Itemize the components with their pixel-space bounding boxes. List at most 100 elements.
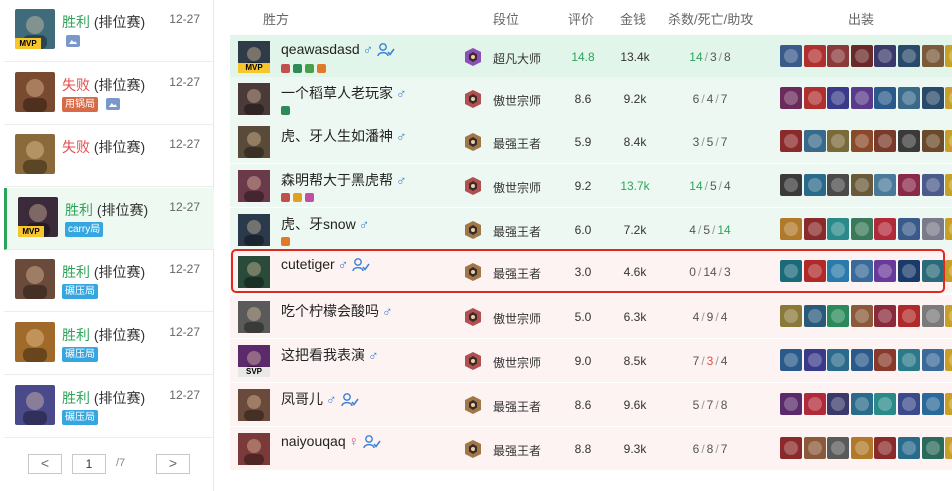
item-icon[interactable] [897, 393, 920, 415]
item-icon[interactable] [945, 130, 952, 152]
item-icon[interactable] [897, 45, 920, 67]
item-icon[interactable] [897, 349, 920, 371]
item-icon[interactable] [945, 349, 952, 371]
item-icon[interactable] [827, 349, 850, 371]
item-icon[interactable] [803, 87, 826, 109]
history-item[interactable]: MVP 胜利 (排位赛) 12-27 carry局 [4, 188, 214, 250]
champion-icon[interactable]: MVP [238, 41, 270, 73]
item-icon[interactable] [897, 437, 920, 459]
item-icon[interactable] [780, 393, 802, 415]
prev-page-button[interactable]: < [28, 454, 62, 474]
item-icon[interactable] [850, 349, 873, 371]
player-row[interactable]: 虎、牙snow ♂ 最强王者 6.0 7.2k 4/5/14 [230, 208, 952, 252]
item-icon[interactable] [921, 260, 944, 282]
item-icon[interactable] [921, 393, 944, 415]
item-icon[interactable] [780, 130, 802, 152]
champion-icon[interactable] [238, 301, 270, 333]
player-name[interactable]: 森明帮大于黑虎帮 [281, 172, 393, 188]
item-icon[interactable] [945, 174, 952, 196]
add-friend-icon[interactable] [373, 41, 395, 57]
player-row[interactable]: cutetiger ♂ 最强王者 3.0 4.6k 0/14/3 [230, 250, 952, 294]
item-icon[interactable] [897, 174, 920, 196]
item-icon[interactable] [827, 218, 850, 240]
champion-icon[interactable] [238, 433, 270, 465]
item-icon[interactable] [827, 393, 850, 415]
item-icon[interactable] [874, 305, 897, 327]
history-item[interactable]: 胜利 (排位赛) 12-27 碾压局 [4, 250, 214, 312]
item-icon[interactable] [827, 305, 850, 327]
player-row[interactable]: 一个稻草人老玩家 ♂ 傲世宗师 8.6 9.2k 6/4/7 [230, 77, 952, 121]
player-name[interactable]: naiyouqaq [281, 433, 346, 449]
item-icon[interactable] [874, 260, 897, 282]
item-icon[interactable] [897, 260, 920, 282]
item-icon[interactable] [780, 437, 802, 459]
item-icon[interactable] [827, 437, 850, 459]
champion-icon[interactable] [238, 170, 270, 202]
item-icon[interactable] [897, 130, 920, 152]
item-icon[interactable] [803, 393, 826, 415]
next-page-button[interactable]: > [156, 454, 190, 474]
item-icon[interactable] [921, 437, 944, 459]
player-row[interactable]: naiyouqaq ♀ 最强王者 8.8 9.3k 6/8/7 [230, 427, 952, 471]
champion-icon[interactable] [238, 214, 270, 246]
player-name[interactable]: 虎、牙snow [281, 216, 356, 232]
item-icon[interactable] [874, 393, 897, 415]
item-icon[interactable] [945, 305, 952, 327]
item-icon[interactable] [945, 45, 952, 67]
history-item[interactable]: 失败 (排位赛) 12-27 用锅局 [4, 63, 214, 125]
add-friend-icon[interactable] [359, 433, 381, 449]
item-icon[interactable] [780, 349, 802, 371]
item-icon[interactable] [874, 130, 897, 152]
item-icon[interactable] [827, 260, 850, 282]
champion-icon[interactable] [238, 389, 270, 421]
item-icon[interactable] [780, 87, 802, 109]
item-icon[interactable] [921, 45, 944, 67]
history-item[interactable]: 胜利 (排位赛) 12-27 碾压局 [4, 376, 214, 438]
champion-icon[interactable] [238, 256, 270, 288]
player-name[interactable]: 凤哥儿 [281, 391, 323, 407]
player-name[interactable]: 虎、牙人生如潘神 [281, 128, 393, 144]
item-icon[interactable] [850, 45, 873, 67]
player-name[interactable]: cutetiger [281, 256, 335, 272]
image-icon[interactable] [66, 35, 80, 47]
item-icon[interactable] [803, 174, 826, 196]
item-icon[interactable] [803, 437, 826, 459]
player-row[interactable]: MVP qeawasdasd ♂ 超凡大师 14.8 13.4k 14/3/8 [230, 35, 952, 79]
item-icon[interactable] [945, 437, 952, 459]
item-icon[interactable] [850, 130, 873, 152]
item-icon[interactable] [803, 305, 826, 327]
add-friend-icon[interactable] [348, 256, 370, 272]
item-icon[interactable] [827, 45, 850, 67]
player-name[interactable]: qeawasdasd [281, 41, 360, 57]
item-icon[interactable] [874, 349, 897, 371]
item-icon[interactable] [921, 174, 944, 196]
player-row[interactable]: 森明帮大于黑虎帮 ♂ 傲世宗师 9.2 13.7k 14/5/4 [230, 164, 952, 208]
item-icon[interactable] [827, 87, 850, 109]
add-friend-icon[interactable] [337, 391, 359, 407]
item-icon[interactable] [897, 87, 920, 109]
item-icon[interactable] [827, 174, 850, 196]
item-icon[interactable] [780, 218, 802, 240]
item-icon[interactable] [921, 87, 944, 109]
item-icon[interactable] [850, 174, 873, 196]
item-icon[interactable] [803, 260, 826, 282]
champion-icon[interactable]: SVP [238, 345, 270, 377]
image-icon[interactable] [106, 98, 120, 110]
item-icon[interactable] [780, 174, 802, 196]
item-icon[interactable] [803, 218, 826, 240]
item-icon[interactable] [850, 218, 873, 240]
player-name[interactable]: 这把看我表演 [281, 347, 365, 363]
item-icon[interactable] [850, 305, 873, 327]
player-row[interactable]: SVP 这把看我表演 ♂ 傲世宗师 9.0 8.5k 7/3/4 [230, 339, 952, 383]
item-icon[interactable] [897, 305, 920, 327]
item-icon[interactable] [945, 260, 952, 282]
item-icon[interactable] [827, 130, 850, 152]
item-icon[interactable] [921, 349, 944, 371]
history-item[interactable]: 失败 (排位赛) 12-27 [4, 125, 214, 187]
item-icon[interactable] [850, 437, 873, 459]
item-icon[interactable] [945, 87, 952, 109]
item-icon[interactable] [945, 218, 952, 240]
item-icon[interactable] [874, 174, 897, 196]
item-icon[interactable] [921, 130, 944, 152]
item-icon[interactable] [897, 218, 920, 240]
